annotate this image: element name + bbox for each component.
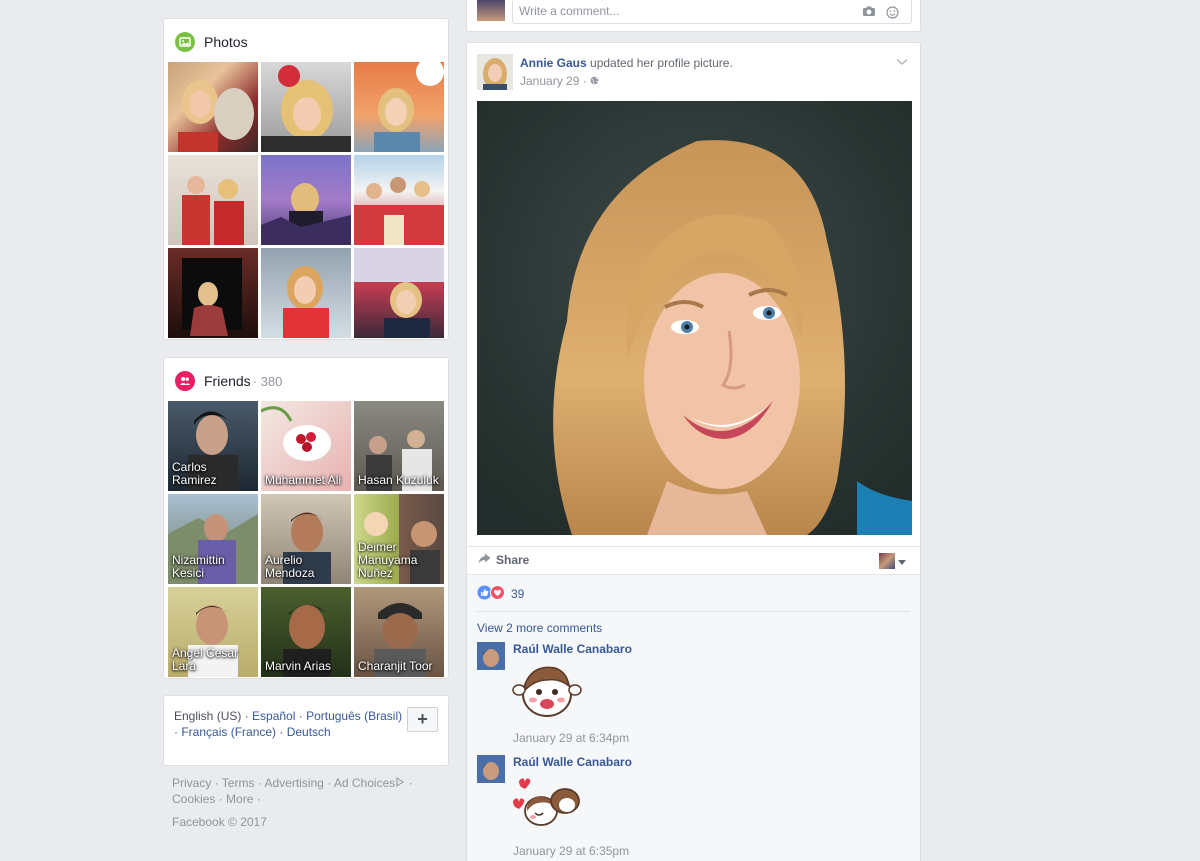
footer-advertising-link[interactable]: Advertising (264, 776, 323, 790)
footer-ad-choices-link[interactable]: Ad Choices (334, 776, 395, 790)
friend-name[interactable]: Carlos Ramirez (172, 461, 254, 487)
friend-tile[interactable]: Marvin Arias (261, 587, 351, 677)
footer-links: Privacy · Terms · Advertising · Ad Choic… (172, 776, 413, 806)
friend-name[interactable]: Marvin Arias (265, 660, 347, 673)
friend-name[interactable]: Charanjit Toor (358, 660, 440, 673)
author-name-link[interactable]: Annie Gaus (520, 56, 587, 70)
share-label: Share (496, 553, 530, 567)
author-avatar[interactable] (477, 54, 513, 90)
commenter-avatar[interactable] (477, 642, 505, 670)
photo-thumb[interactable] (168, 248, 258, 338)
love-icon (490, 585, 505, 603)
post-as-selector[interactable] (879, 553, 906, 569)
globe-icon (590, 74, 599, 88)
friend-tile[interactable]: Nizamittin Kesici (168, 494, 258, 584)
camera-icon[interactable] (862, 6, 876, 22)
comment-input[interactable]: Write a comment... (512, 0, 912, 24)
sticker-image[interactable] (511, 660, 585, 722)
language-link-pt[interactable]: Português (Brasil) (306, 709, 402, 723)
current-language: English (US) (174, 709, 242, 723)
photo-thumb[interactable] (261, 248, 351, 338)
commenter-avatar (477, 0, 505, 21)
view-more-comments-link[interactable]: View 2 more comments (477, 621, 602, 635)
comment-placeholder: Write a comment... (519, 4, 620, 18)
footer-privacy-link[interactable]: Privacy (172, 776, 211, 790)
post-date: January 29 · (520, 74, 599, 88)
post-action-bar: Share (467, 546, 920, 574)
friend-tile[interactable]: Deimer Manuyama Nuñez (354, 494, 444, 584)
previous-post-comment-bar: Write a comment... (466, 0, 921, 32)
copyright: Facebook © 2017 (172, 815, 267, 829)
friend-name[interactable]: Aurelio Mendoza (265, 554, 347, 580)
comments-section: 39 View 2 more comments Raúl Walle Canab… (467, 574, 920, 861)
photo-thumb[interactable] (261, 155, 351, 245)
footer-cookies-link[interactable]: Cookies (172, 792, 215, 806)
friend-name[interactable]: Muhammet Ali (265, 474, 347, 487)
friend-tile[interactable]: Charanjit Toor (354, 587, 444, 677)
share-icon (478, 553, 491, 567)
language-link-fr[interactable]: Français (France) (181, 725, 276, 739)
photo-thumb[interactable] (354, 248, 444, 338)
photo-thumb[interactable] (168, 62, 258, 152)
post-timestamp[interactable]: January 29 · (520, 74, 587, 88)
friend-name[interactable]: Hasan Kuzuluk (358, 474, 440, 487)
friends-count: · 380 (252, 373, 283, 389)
photo-thumb[interactable] (354, 62, 444, 152)
friend-tile[interactable]: Aurelio Mendoza (261, 494, 351, 584)
footer-terms-link[interactable]: Terms (222, 776, 255, 790)
friend-name[interactable]: Deimer Manuyama Nuñez (358, 541, 440, 580)
friends-grid: Carlos Ramirez Muhammet Ali Hasan Kuzulu… (168, 401, 444, 677)
friends-icon (175, 371, 195, 391)
add-language-button[interactable]: + (407, 707, 438, 732)
friends-card: Friends · 380 Carlos Ramirez Muhammet Al… (163, 357, 449, 679)
post-header-text: Annie Gaus updated her profile picture. (520, 56, 733, 70)
photo-icon (175, 32, 195, 52)
reactions-summary[interactable]: 39 (477, 585, 524, 603)
photo-thumb[interactable] (168, 155, 258, 245)
emoji-icon[interactable] (886, 6, 899, 22)
post-card: Annie Gaus updated her profile picture. … (466, 42, 921, 861)
language-list: English (US) · Español · Português (Bras… (174, 709, 403, 739)
friends-title[interactable]: Friends (204, 373, 251, 389)
divider (477, 611, 910, 612)
commenter-name-link[interactable]: Raúl Walle Canabaro (513, 755, 632, 769)
share-button[interactable]: Share (478, 553, 529, 567)
post-action-text: updated her profile picture. (590, 56, 733, 70)
profile-picture-photo[interactable] (477, 101, 912, 535)
footer-more-link[interactable]: More (226, 792, 253, 806)
photos-header[interactable]: Photos (175, 31, 248, 53)
photos-card: Photos (163, 18, 449, 340)
friend-name[interactable]: Angel Cesar Lara (172, 647, 254, 673)
photos-grid (168, 62, 444, 338)
commenter-name-link[interactable]: Raúl Walle Canabaro (513, 642, 632, 656)
page-avatar (879, 553, 895, 569)
caret-down-icon (898, 554, 906, 568)
friend-name[interactable]: Nizamittin Kesici (172, 554, 254, 580)
comment-timestamp[interactable]: January 29 at 6:34pm (513, 731, 629, 745)
friend-tile[interactable]: Hasan Kuzuluk (354, 401, 444, 491)
photo-thumb[interactable] (261, 62, 351, 152)
photo-thumb[interactable] (354, 155, 444, 245)
language-link-es[interactable]: Español (252, 709, 295, 723)
friend-tile[interactable]: Muhammet Ali (261, 401, 351, 491)
friends-header[interactable]: Friends · 380 (175, 370, 282, 392)
comment-timestamp[interactable]: January 29 at 6:35pm (513, 844, 629, 858)
photos-title[interactable]: Photos (204, 34, 248, 50)
chevron-down-icon[interactable] (896, 55, 908, 69)
reaction-count[interactable]: 39 (511, 587, 524, 601)
friend-tile[interactable]: Angel Cesar Lara (168, 587, 258, 677)
commenter-avatar[interactable] (477, 755, 505, 783)
sticker-image[interactable] (511, 773, 585, 835)
friend-tile[interactable]: Carlos Ramirez (168, 401, 258, 491)
language-card: English (US) · Español · Português (Bras… (163, 695, 449, 766)
language-link-de[interactable]: Deutsch (287, 725, 331, 739)
ad-choices-icon (395, 776, 405, 790)
